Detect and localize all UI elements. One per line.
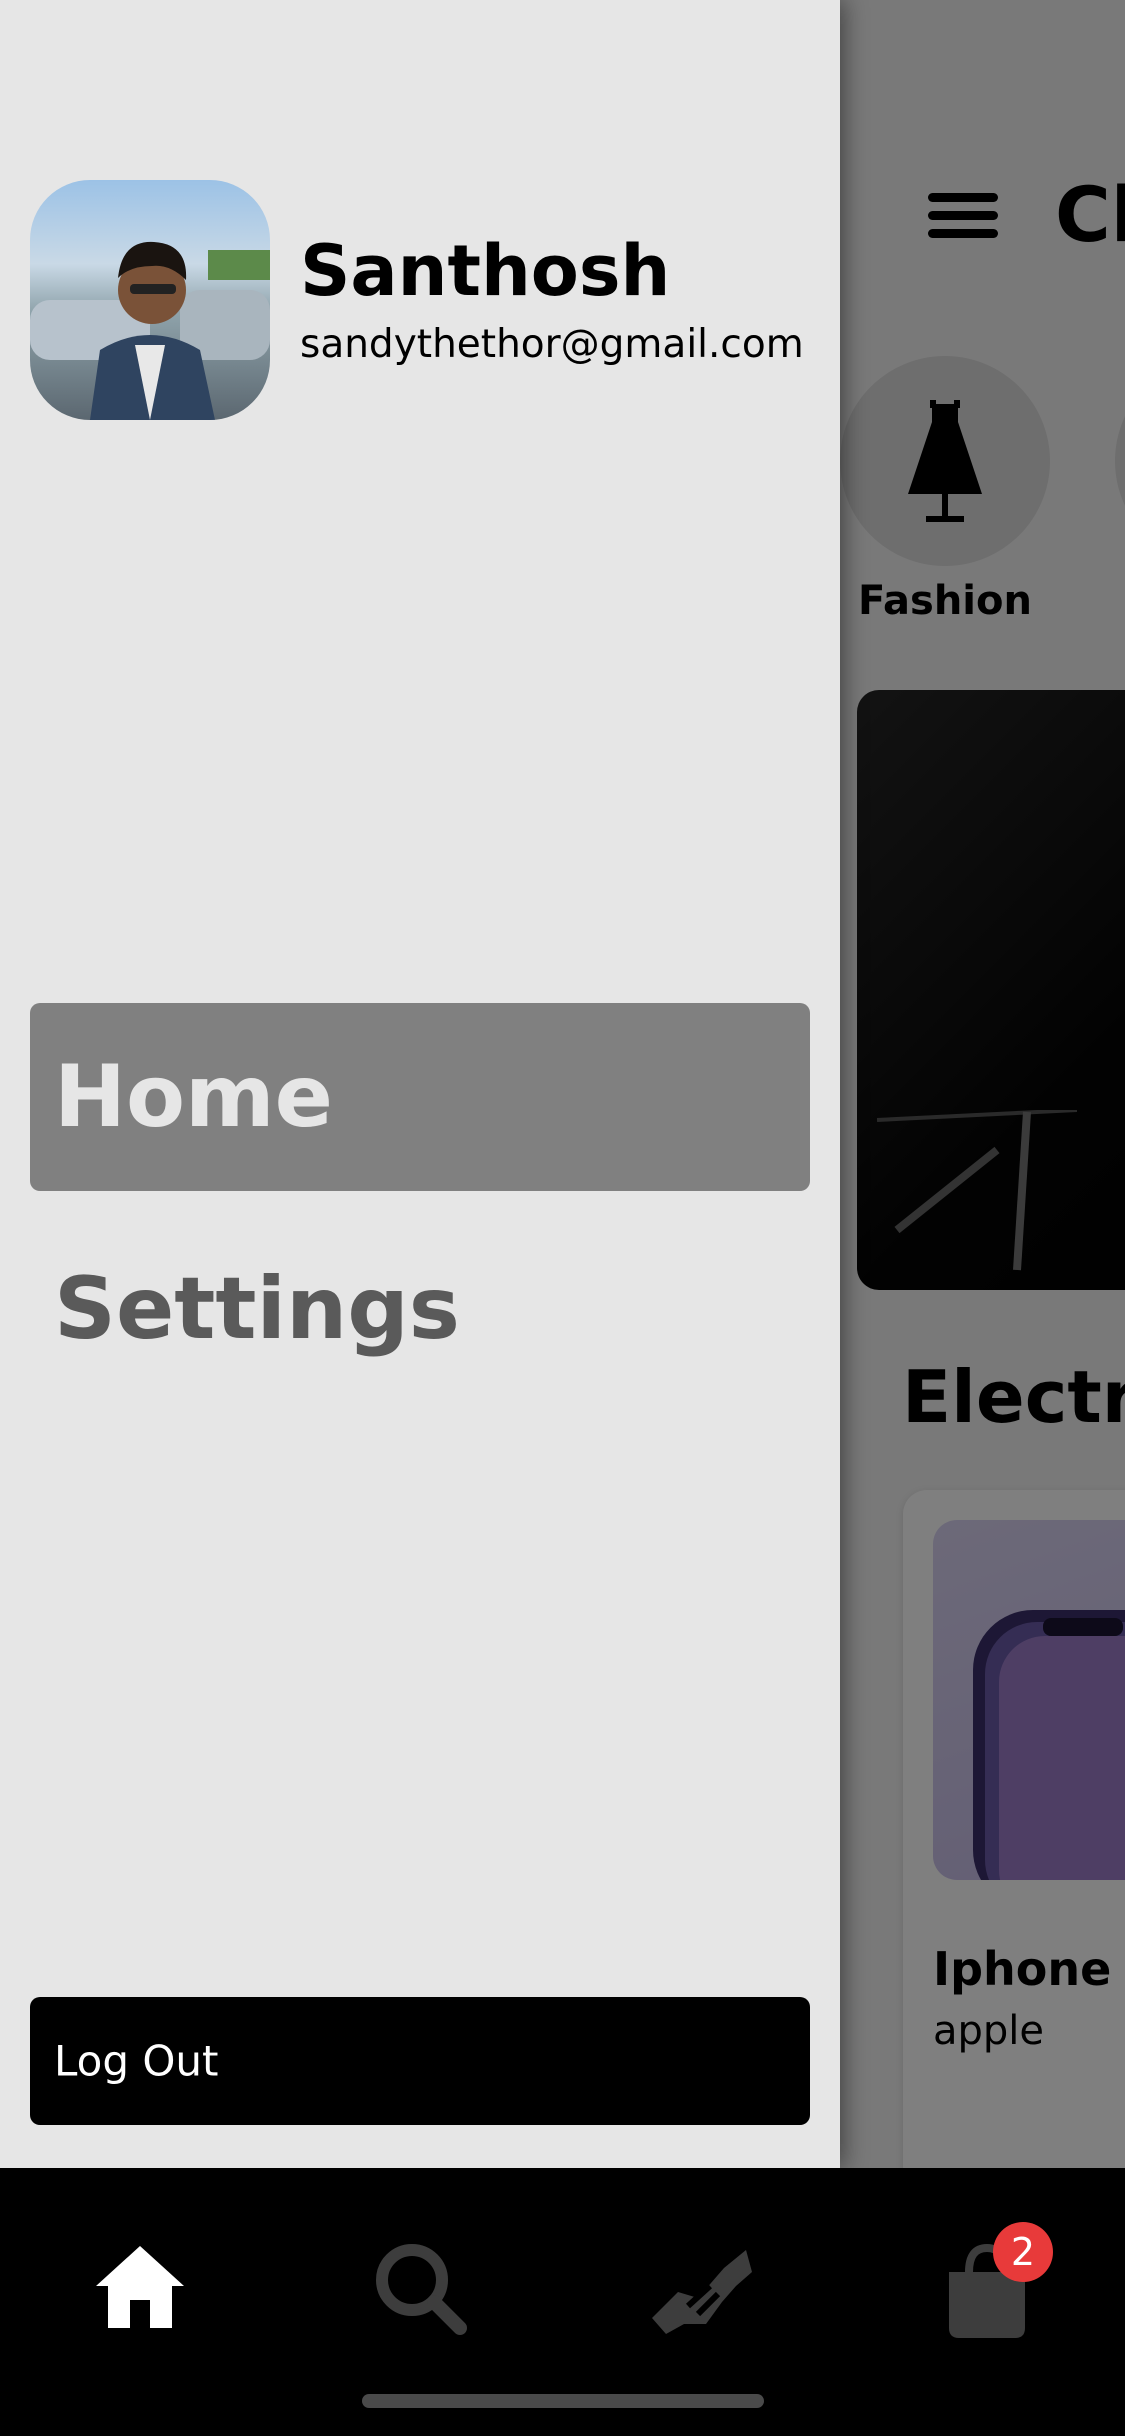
- tab-search[interactable]: [360, 2228, 480, 2348]
- tab-home[interactable]: [80, 2228, 200, 2348]
- logout-label: Log Out: [54, 2036, 219, 2086]
- user-name: Santhosh: [300, 230, 671, 312]
- tab-cart[interactable]: 2: [925, 2222, 1053, 2348]
- drawer-item-label: Settings: [54, 1259, 460, 1359]
- drawer-item-home[interactable]: Home: [30, 1003, 810, 1191]
- avatar[interactable]: [30, 180, 270, 420]
- drawer-item-settings[interactable]: Settings: [30, 1215, 810, 1403]
- navigation-drawer: Santhosh sandythethor@gmail.com Home Set…: [0, 0, 840, 2168]
- tab-deals[interactable]: [640, 2228, 760, 2348]
- user-email: sandythethor@gmail.com: [300, 322, 804, 367]
- home-icon: [96, 2246, 184, 2328]
- handshake-icon: [652, 2250, 752, 2334]
- drawer-item-label: Home: [54, 1047, 333, 1147]
- home-indicator[interactable]: [362, 2394, 764, 2408]
- cart-badge: 2: [993, 2222, 1053, 2282]
- search-icon: [376, 2244, 467, 2335]
- logout-button[interactable]: Log Out: [30, 1997, 810, 2125]
